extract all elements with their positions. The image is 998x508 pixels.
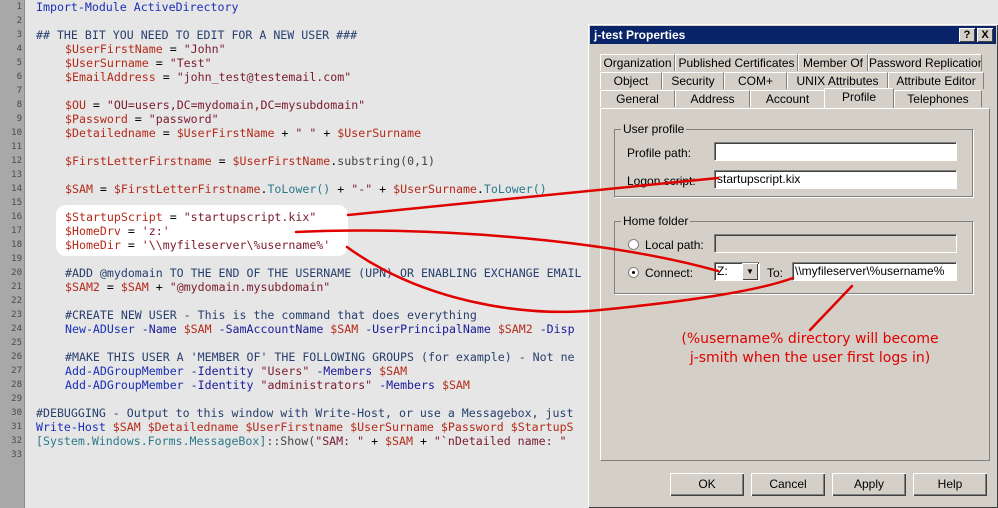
home-drive-arrow: [294, 229, 720, 273]
note-pointer-line: [808, 284, 854, 332]
tab-profile[interactable]: Profile: [824, 88, 894, 108]
annotation-overlay: [294, 176, 854, 332]
annotation-line-1: (%username% directory will become: [681, 331, 939, 347]
home-dir-arrow: [345, 245, 795, 314]
annotation-line-2: j-smith when the user first logs in): [689, 350, 931, 366]
startup-script-arrow: [346, 176, 720, 217]
annotation-note: (%username% directory will become j-smit…: [640, 330, 980, 368]
